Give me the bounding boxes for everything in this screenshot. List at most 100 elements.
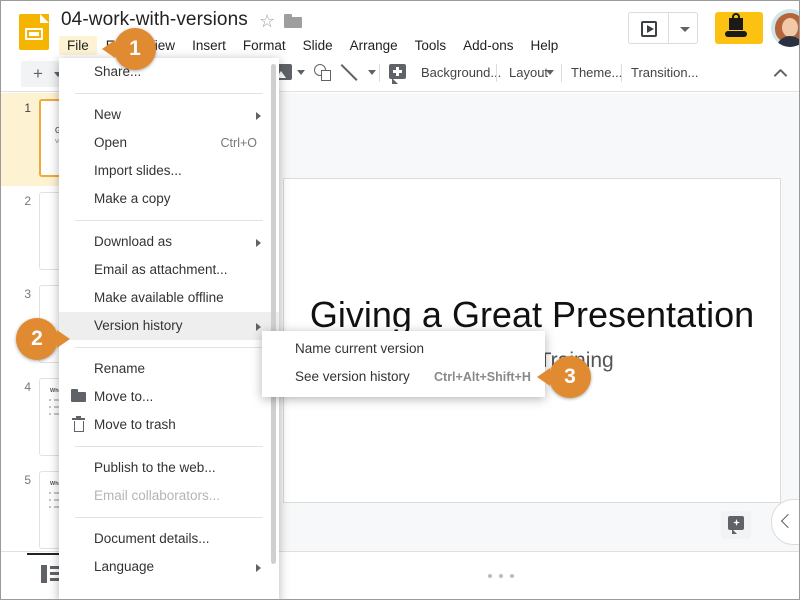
menu-item-new[interactable]: New xyxy=(59,101,279,129)
menu-item-label: Email collaborators... xyxy=(94,488,221,503)
avatar[interactable] xyxy=(771,9,799,47)
menu-separator xyxy=(75,446,263,447)
menu-item-make-available-offline[interactable]: Make available offline xyxy=(59,284,279,312)
menu-item-label: Move to... xyxy=(94,389,154,404)
menu-item-publish-to-web[interactable]: Publish to the web... xyxy=(59,454,279,482)
version-history-submenu[interactable]: Name current version See version history… xyxy=(262,331,545,397)
chevron-left-icon xyxy=(780,513,796,529)
menu-help[interactable]: Help xyxy=(522,36,566,55)
callout-number: 2 xyxy=(31,327,43,350)
menu-item-move-to-trash[interactable]: Move to trash xyxy=(59,411,279,439)
add-comment-icon[interactable] xyxy=(389,64,406,84)
menu-item-shortcut: Ctrl+O xyxy=(220,136,257,150)
menu-item-label: Download as xyxy=(94,234,173,249)
menu-item-label: Version history xyxy=(94,318,183,333)
menu-item-label: New xyxy=(94,107,122,122)
theme-button[interactable]: Theme... xyxy=(571,65,622,80)
callout-number: 1 xyxy=(129,37,141,60)
folder-icon[interactable] xyxy=(284,14,302,28)
chevron-down-icon[interactable] xyxy=(546,70,554,75)
present-button[interactable] xyxy=(628,12,668,44)
menu-item-label: Email as attachment... xyxy=(94,262,228,277)
menu-item-document-details[interactable]: Document details... xyxy=(59,525,279,553)
menu-item-share[interactable]: Share... xyxy=(59,58,279,86)
callout-badge-2: 2 xyxy=(16,318,70,360)
layout-button[interactable]: Layout xyxy=(509,65,548,80)
star-outline-icon[interactable]: ☆ xyxy=(259,12,275,30)
line-dropdown-icon[interactable] xyxy=(368,70,376,75)
image-dropdown-icon[interactable] xyxy=(297,70,305,75)
submenu-item-label: Name current version xyxy=(295,341,425,356)
share-button[interactable] xyxy=(715,12,763,44)
submenu-item-shortcut: Ctrl+Alt+Shift+H xyxy=(434,370,531,384)
toolbar-divider xyxy=(621,64,622,82)
submenu-arrow-icon xyxy=(256,323,261,331)
menu-item-label: Document details... xyxy=(94,531,210,546)
menu-item-email-collaborators: Email collaborators... xyxy=(59,482,279,510)
menu-item-label: Rename xyxy=(94,361,146,376)
file-menu-scrollbar[interactable] xyxy=(271,64,276,564)
menu-item-version-history[interactable]: Version history xyxy=(59,312,279,340)
menu-item-label: Make available offline xyxy=(94,290,224,305)
plus-icon: + xyxy=(33,64,43,83)
callout-badge-3: 3 xyxy=(537,356,591,398)
menu-slide[interactable]: Slide xyxy=(295,36,341,55)
menu-item-label: Open xyxy=(94,135,128,150)
slide-number: 1 xyxy=(24,101,31,115)
menu-item-open[interactable]: Open Ctrl+O xyxy=(59,129,279,157)
slide-canvas-area[interactable]: Giving a Great Presentation Ventures Tra… xyxy=(257,93,799,551)
toolbar-divider xyxy=(379,64,380,82)
chevron-up-icon[interactable] xyxy=(773,68,785,80)
menu-item-label: Language xyxy=(94,559,155,574)
folder-icon xyxy=(71,389,86,404)
explore-button[interactable] xyxy=(721,511,751,539)
toolbar-divider xyxy=(561,64,562,82)
trash-icon xyxy=(71,415,86,432)
menu-item-rename[interactable]: Rename xyxy=(59,355,279,383)
submenu-arrow-icon xyxy=(256,564,261,572)
slides-app-icon xyxy=(19,14,49,50)
submenu-arrow-icon xyxy=(256,112,261,120)
slide-number: 3 xyxy=(24,287,31,301)
menu-separator xyxy=(75,220,263,221)
line-icon[interactable] xyxy=(340,64,360,82)
panel-resize-handle[interactable] xyxy=(488,574,514,578)
menu-addons[interactable]: Add-ons xyxy=(455,36,521,55)
present-dropdown-button[interactable] xyxy=(668,12,698,44)
shape-icon[interactable] xyxy=(314,64,331,81)
menu-tools[interactable]: Tools xyxy=(407,36,455,55)
menu-item-language[interactable]: Language xyxy=(59,553,279,581)
present-icon xyxy=(641,21,657,37)
slide-number: 2 xyxy=(24,194,31,208)
submenu-arrow-icon xyxy=(256,239,261,247)
menu-item-label: Publish to the web... xyxy=(94,460,216,475)
collapse-panel-button[interactable] xyxy=(771,499,799,545)
google-slides-window: 04-work-with-versions ☆ File Edit View I… xyxy=(0,0,800,600)
menu-separator xyxy=(75,517,263,518)
chevron-down-icon xyxy=(680,27,690,32)
menu-item-email-as-attachment[interactable]: Email as attachment... xyxy=(59,256,279,284)
menu-file[interactable]: File xyxy=(59,35,97,55)
slide-title-text[interactable]: Giving a Great Presentation xyxy=(284,294,780,336)
background-button[interactable]: Background... xyxy=(421,65,501,80)
submenu-item-name-current-version[interactable]: Name current version xyxy=(262,335,545,363)
file-menu-dropdown[interactable]: Share... New Open Ctrl+O Import slides...… xyxy=(59,58,279,599)
menu-item-import-slides[interactable]: Import slides... xyxy=(59,157,279,185)
transition-button[interactable]: Transition... xyxy=(631,65,698,80)
menu-insert[interactable]: Insert xyxy=(184,36,234,55)
menu-item-label: Make a copy xyxy=(94,191,171,206)
submenu-item-label: See version history xyxy=(295,369,410,384)
menu-separator xyxy=(75,347,263,348)
menu-item-move-to[interactable]: Move to... xyxy=(59,383,279,411)
menu-item-label: Move to trash xyxy=(94,417,176,432)
lock-icon xyxy=(729,13,743,30)
submenu-item-see-version-history[interactable]: See version history Ctrl+Alt+Shift+H xyxy=(262,363,545,391)
menu-item-make-a-copy[interactable]: Make a copy xyxy=(59,185,279,213)
callout-number: 3 xyxy=(564,365,576,388)
menu-arrange[interactable]: Arrange xyxy=(342,36,406,55)
menu-format[interactable]: Format xyxy=(235,36,294,55)
menu-item-download-as[interactable]: Download as xyxy=(59,228,279,256)
toolbar-divider xyxy=(496,64,497,82)
callout-badge-1: 1 xyxy=(102,28,156,70)
menu-item-label: Import slides... xyxy=(94,163,182,178)
